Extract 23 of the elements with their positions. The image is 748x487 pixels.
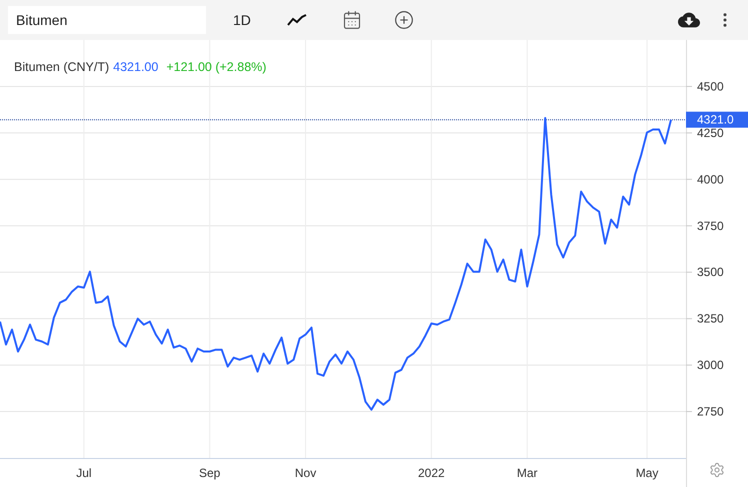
price-tag: 4321.0 bbox=[686, 112, 748, 128]
y-axis-label: 4000 bbox=[697, 172, 724, 186]
legend-price: 4321.00 bbox=[113, 60, 158, 74]
y-axis-label: 3250 bbox=[697, 312, 724, 326]
x-axis-label: Nov bbox=[294, 466, 316, 480]
add-icon[interactable] bbox=[394, 8, 414, 32]
interval-button[interactable]: 1D bbox=[233, 8, 251, 32]
legend-name: Bitumen (CNY/T) bbox=[14, 60, 110, 74]
y-axis-label: 3500 bbox=[697, 265, 724, 280]
legend-change: +121.00 (+2.88%) bbox=[166, 60, 266, 74]
x-axis-label: Jul bbox=[76, 466, 92, 480]
y-axis-label: 2750 bbox=[697, 404, 724, 419]
settings-icon[interactable] bbox=[709, 462, 725, 478]
x-axis-label: Sep bbox=[199, 466, 220, 480]
y-axis-label: 4250 bbox=[697, 126, 724, 140]
search-field[interactable]: Bitumen bbox=[8, 6, 206, 34]
calendar-icon[interactable] bbox=[342, 8, 362, 32]
y-axis-label: 3000 bbox=[697, 358, 724, 372]
y-axis-label: 4500 bbox=[697, 79, 724, 94]
x-axis-label: Mar bbox=[516, 466, 538, 480]
y-axis-label: 3750 bbox=[697, 218, 724, 233]
x-axis-label: May bbox=[636, 466, 658, 480]
x-axis-label: 2022 bbox=[418, 466, 445, 480]
